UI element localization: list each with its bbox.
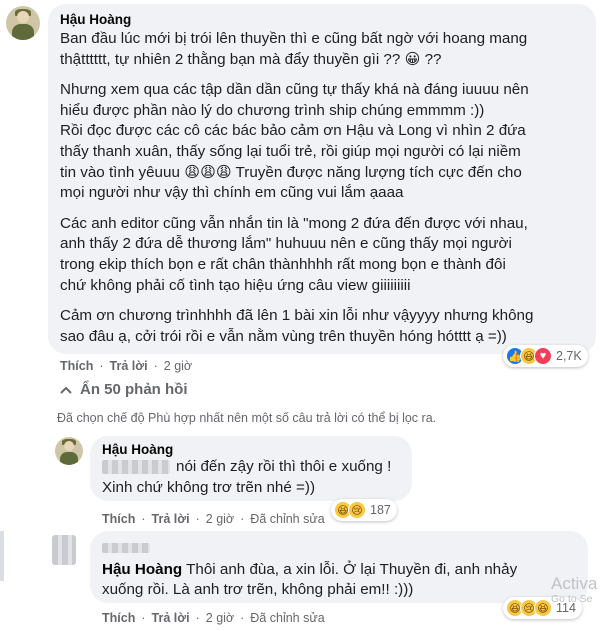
redacted-author xyxy=(102,542,150,553)
reaction-summary[interactable]: 👍 😆 ♥ 2,7K xyxy=(503,345,588,367)
reply-text: Thôi anh đùa, a xin lỗi. Ở lại Thuyền đi… xyxy=(186,560,518,578)
comment-paragraph: Ban đầu lúc mới bị trói lên thuyền thì e… xyxy=(60,30,528,68)
reply-actions: Thích · Trả lời · 2 giờ · Đã chỉnh sửa xyxy=(102,611,325,625)
comment-paragraph: Nhưng xem qua các tập dần dần cũng tự th… xyxy=(60,81,529,202)
reaction-summary[interactable]: 😆 😢 187 xyxy=(331,499,397,521)
reply-avatar[interactable] xyxy=(55,437,83,465)
like-action[interactable]: Thích xyxy=(102,512,135,526)
hide-replies-button[interactable]: Ẩn 50 phản hồi xyxy=(60,381,188,398)
reply-text: xuống rồi. Là anh trơ trẽn, không phải e… xyxy=(102,581,414,599)
edited-label: Đã chỉnh sửa xyxy=(250,512,325,526)
filter-notice: Đã chọn chế độ Phù hợp nhất nên một số c… xyxy=(57,411,437,425)
reply-bubble: Hậu Hoàng Thôi anh đùa, a xin lỗi. Ở lại… xyxy=(90,531,588,603)
reaction-count: 2,7K xyxy=(556,349,582,363)
reply-text: Xinh chứ không trơ trẽn nhé =)) xyxy=(102,478,316,496)
like-action[interactable]: Thích xyxy=(102,611,135,625)
haha-icon: 😆 xyxy=(534,599,552,617)
love-icon: ♥ xyxy=(534,347,552,365)
reply-action[interactable]: Trả lời xyxy=(152,512,190,526)
comment-bubble: Hậu Hoàng Ban đầu lúc mới bị trói lên th… xyxy=(48,4,596,354)
comment-paragraph: Cảm ơn chương trìnhhhh đã lên 1 bài xin … xyxy=(60,307,534,345)
reply-action[interactable]: Trả lời xyxy=(110,359,148,373)
reply-bubble: Hậu Hoàng nói đến zậy rồi thì thôi e xuố… xyxy=(90,436,412,501)
reply-author[interactable]: Hậu Hoàng xyxy=(102,442,400,457)
hide-replies-label: Ẩn 50 phản hồi xyxy=(80,381,188,398)
comment-text: Ban đầu lúc mới bị trói lên thuyền thì e… xyxy=(60,29,584,347)
comment-author[interactable]: Hậu Hoàng xyxy=(60,12,584,27)
windows-activation-subtext: Go to Se xyxy=(551,593,593,605)
avatar[interactable] xyxy=(6,6,40,40)
reply-time[interactable]: 2 giờ xyxy=(206,512,234,526)
thread-line xyxy=(0,531,4,581)
reply-actions: Thích · Trả lời · 2 giờ · Đã chỉnh sửa xyxy=(102,512,325,526)
edited-label: Đã chỉnh sửa xyxy=(250,611,325,625)
reaction-count: 187 xyxy=(370,503,391,517)
like-action[interactable]: Thích xyxy=(60,359,93,373)
comment-paragraph: Các anh editor cũng vẫn nhắn tin là "mon… xyxy=(60,214,528,294)
redacted-mention xyxy=(102,459,170,474)
tagged-user[interactable]: Hậu Hoàng xyxy=(102,561,182,578)
reply-action[interactable]: Trả lời xyxy=(152,611,190,625)
reply-time[interactable]: 2 giờ xyxy=(206,611,234,625)
windows-activation-watermark: Activa xyxy=(551,574,598,593)
comment-actions: Thích · Trả lời · 2 giờ xyxy=(60,359,193,373)
comment-time[interactable]: 2 giờ xyxy=(164,359,192,373)
redacted-avatar xyxy=(52,535,76,565)
reply-text: nói đến zậy rồi thì thôi e xuống ! xyxy=(176,458,392,475)
sad-icon: 😢 xyxy=(348,501,366,519)
chevron-up-icon xyxy=(60,386,72,394)
